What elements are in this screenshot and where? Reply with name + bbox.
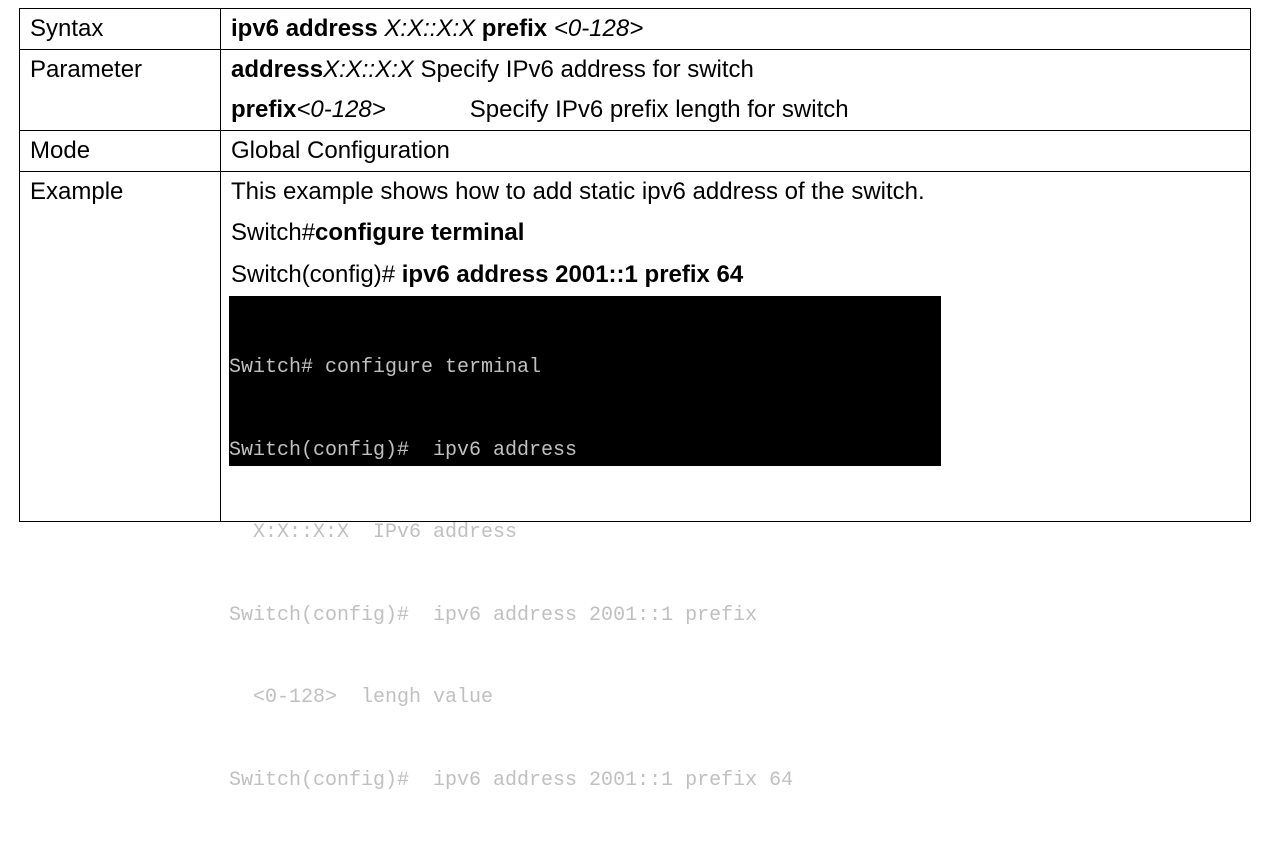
param-prefix-arg: <0-128>	[296, 96, 386, 123]
parameter-row: Parameter addressX:X::X:X Specify IPv6 a…	[19, 49, 1251, 131]
terminal-screenshot: Switch# configure terminal Switch(config…	[229, 296, 941, 792]
example-step1-command: configure terminal	[315, 219, 525, 246]
example-step2-prompt: Switch(config)#	[231, 261, 402, 288]
terminal-line: Switch(config)# ipv6 address 2001::1 pre…	[229, 768, 794, 792]
example-step2-command: ipv6 address 2001::1 prefix 64	[401, 261, 744, 288]
syntax-range: <0-128>	[553, 15, 644, 42]
parameter-value: addressX:X::X:X Specify IPv6 address for…	[220, 49, 1251, 131]
param-address-arg: X:X::X:X	[323, 56, 414, 83]
mode-value-cell: Global Configuration	[220, 130, 1251, 172]
param-prefix-desc: Specify IPv6 prefix length for switch	[469, 96, 849, 123]
param-address-name: address	[231, 56, 324, 83]
example-row: Example This example shows how to add st…	[19, 171, 1251, 792]
mode-value: Global Configuration	[231, 137, 450, 164]
example-step1-prompt: Switch#	[231, 219, 316, 246]
row-label: Syntax	[19, 8, 221, 50]
parameter-label: Parameter	[30, 56, 143, 83]
command-reference-table: Syntax ipv6 address X:X::X:X prefix <0-1…	[19, 8, 1251, 792]
mode-label: Mode	[30, 137, 91, 164]
example-value: This example shows how to add static ipv…	[220, 171, 1251, 792]
terminal-line: <0-128> lengh value	[229, 686, 494, 709]
terminal-line: Switch# configure terminal	[229, 356, 542, 379]
syntax-row: Syntax ipv6 address X:X::X:X prefix <0-1…	[19, 8, 1251, 50]
example-label: Example	[30, 178, 124, 205]
row-label: Mode	[19, 130, 221, 172]
syntax-label: Syntax	[30, 15, 104, 42]
row-label: Example	[19, 171, 221, 522]
param-address-desc: Specify IPv6 address for switch	[420, 56, 754, 83]
syntax-value: ipv6 address X:X::X:X prefix <0-128>	[220, 8, 1251, 50]
row-label: Parameter	[19, 49, 221, 131]
syntax-command: ipv6 address	[231, 15, 378, 42]
mode-row: Mode Global Configuration	[19, 130, 1251, 172]
terminal-line: Switch(config)# ipv6 address	[229, 438, 578, 462]
terminal-line: Switch(config)# ipv6 address 2001::1 pre…	[229, 603, 758, 627]
syntax-keyword: prefix	[481, 15, 548, 42]
example-intro: This example shows how to add static ipv…	[231, 178, 925, 205]
terminal-line: X:X::X:X IPv6 address	[229, 521, 518, 544]
syntax-argument: X:X::X:X	[384, 15, 476, 42]
param-prefix-name: prefix	[231, 96, 297, 123]
